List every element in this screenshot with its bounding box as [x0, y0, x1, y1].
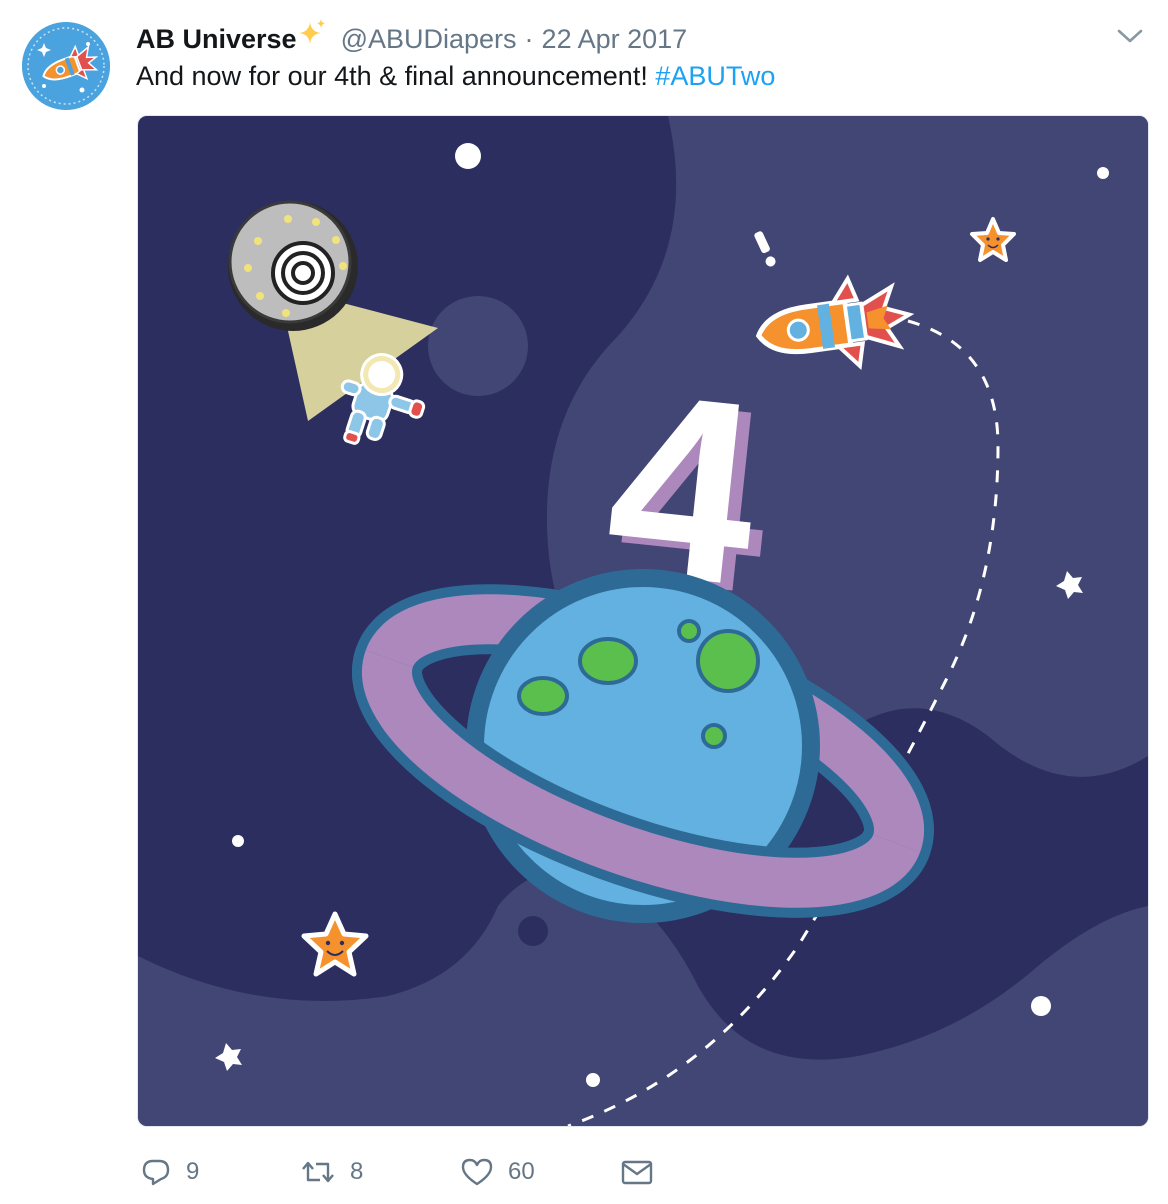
like-button[interactable]: 60 [460, 1150, 535, 1194]
tweet-body: And now for our 4th & final announcement… [136, 61, 656, 91]
tweet-header: AB Universe @ABUDiapers · 22 Apr 2017 [136, 18, 687, 54]
envelope-icon [621, 1160, 653, 1185]
retweet-icon [302, 1161, 334, 1183]
tweet-media-image[interactable]: 4 4 [137, 115, 1149, 1127]
avatar[interactable] [22, 22, 110, 110]
tweet-actions: 9 8 60 [136, 1150, 736, 1194]
hashtag-link[interactable]: #ABUTwo [655, 61, 775, 91]
heart-icon [461, 1158, 493, 1186]
direct-message-button[interactable] [620, 1150, 654, 1194]
reply-count: 9 [186, 1158, 200, 1185]
retweet-count: 8 [350, 1158, 364, 1185]
rocket-logo-icon [22, 22, 110, 110]
display-name[interactable]: AB Universe [136, 24, 297, 55]
retweet-button[interactable]: 8 [300, 1150, 363, 1194]
tweet-date[interactable]: 22 Apr 2017 [542, 24, 688, 55]
like-count: 60 [508, 1158, 535, 1185]
user-handle[interactable]: @ABUDiapers [341, 24, 517, 55]
reply-icon [142, 1159, 170, 1186]
reply-button[interactable]: 9 [140, 1150, 199, 1194]
sparkles-icon [298, 19, 325, 44]
header-separator: · [524, 24, 534, 54]
chevron-down-icon[interactable] [1116, 26, 1144, 46]
space-illustration: 4 4 [138, 116, 1148, 1126]
tweet-text: And now for our 4th & final announcement… [136, 58, 775, 94]
